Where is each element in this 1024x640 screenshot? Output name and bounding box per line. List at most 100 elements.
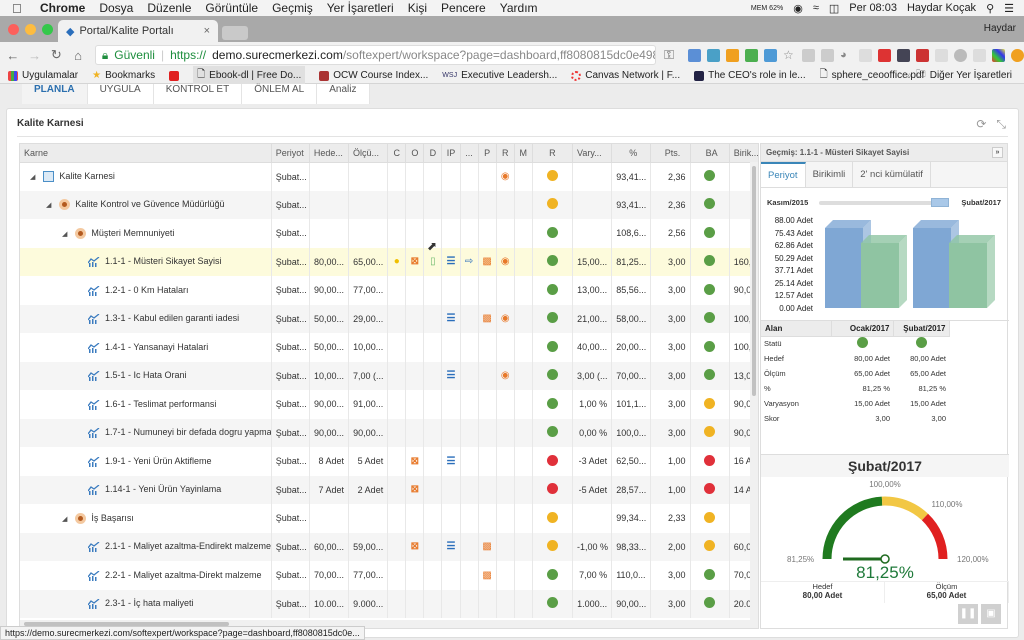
cell-name[interactable]: 1.6-1 - Teslimat performansi [20,390,272,419]
apple-icon[interactable]:  [12,1,26,16]
extension-icon[interactable] [934,48,948,62]
extension-icon[interactable] [763,48,777,62]
menu-yardim[interactable]: Yardım [500,1,538,15]
action-plan-icon[interactable]: ☰ [446,256,455,267]
row-name[interactable]: Kalite Kontrol ve Güvence Müdürlüğü [75,199,224,209]
menu-app[interactable]: Chrome [40,1,85,15]
extension-icon[interactable] [706,48,720,62]
column-header[interactable]: Ölçü... [348,144,389,163]
hierarchy-icon[interactable]: ⊠ [411,484,419,495]
extension-icon[interactable] [820,48,834,62]
column-header[interactable]: M [514,144,533,163]
vertical-scrollbar[interactable] [750,162,758,628]
expand-icon[interactable]: ⤡ [996,117,1006,132]
maximize-window-button[interactable] [42,24,53,35]
process-icon[interactable]: ▩ [482,256,491,267]
range-handle[interactable] [931,198,949,207]
cell-name[interactable]: 1.9-1 - Yeni Ürün Aktifleme [20,447,272,476]
extension-icon[interactable] [877,48,891,62]
table-row[interactable]: 2.3-1 - İç hata maliyeti Şubat... 10.00...… [20,589,758,618]
tab-periyot[interactable]: Periyot [761,162,806,187]
table-row[interactable]: ◢ İş Başarısı Şubat... 99,34... 2,33 [20,504,758,533]
extension-icon[interactable] [953,48,967,62]
skype-icon[interactable]: ◉ [793,2,803,15]
table-row[interactable]: 2.2-1 - Maliyet azaltma-Direkt malzeme Şu… [20,561,758,590]
column-header[interactable]: O [405,144,425,163]
bar-olcum[interactable] [949,235,997,310]
row-name[interactable]: 2.2-1 - Maliyet azaltma-Direkt malzeme [105,570,262,580]
row-name[interactable]: 1.6-1 - Teslimat performansi [105,399,216,409]
column-header[interactable]: C [387,144,407,163]
hierarchy-icon[interactable]: ⊠ [411,456,419,466]
risk-icon[interactable]: ◉ [501,313,510,324]
bookmark-other[interactable]: » 🗀︎ Diğer Yer İşaretleri [906,67,1012,84]
table-row[interactable]: 1.4-1 - Yansanayi Hatalari Şubat... 50,00.… [20,333,758,362]
extension-icon[interactable] [896,48,910,62]
table-row[interactable]: 1.6-1 - Teslimat performansi Şubat... 90,0… [20,390,758,419]
row-name[interactable]: 1.14-1 - Yeni Ürün Yayinlama [105,484,221,494]
process-icon[interactable]: ▩ [482,570,491,580]
cell-name[interactable]: ◢ Kalite Karnesi [20,162,272,191]
column-header[interactable]: ... [460,144,479,163]
battery-icon[interactable]: ◫ [829,2,839,15]
table-row[interactable]: 1.2-1 - 0 Km Hataları Şubat... 90,00... 77,… [20,276,758,305]
gauge-extension-icon[interactable]: ◕ [840,49,853,62]
portrait-button[interactable]: ▣ [981,604,1001,624]
profile-name[interactable]: Haydar [984,23,1016,34]
cell-name[interactable]: 2.1-1 - Maliyet azaltma-Endirekt malzeme [20,532,272,561]
table-row[interactable]: 1.3-1 - Kabul edilen garanti iadesi Şubat… [20,304,758,333]
table-row[interactable]: 1.9-1 - Yeni Ürün Aktifleme Şubat... 8 Ade… [20,447,758,476]
risk-icon[interactable]: ◉ [501,370,510,381]
reload-icon[interactable]: ↻ [47,47,65,63]
column-header[interactable]: Vary... [572,144,613,163]
collapse-panel-icon[interactable]: » [992,147,1003,158]
menu-pencere[interactable]: Pencere [441,1,486,15]
tab-analiz[interactable]: Analiz [317,84,370,104]
table-row[interactable]: 2.1-1 - Maliyet azaltma-Endirekt malzeme… [20,532,758,561]
extension-icon[interactable] [915,48,929,62]
column-header[interactable]: R [496,144,515,163]
new-tab-button[interactable] [222,26,248,40]
row-name[interactable]: 1.2-1 - 0 Km Hataları [105,285,189,295]
bookmark-bookmarks[interactable]: ★ Bookmarks [92,70,155,81]
table-row[interactable]: ◢ Kalite Karnesi Şubat... ◉ 93,41... 2,36 [20,162,758,191]
risk-icon[interactable]: ◉ [501,256,510,267]
row-name[interactable]: Müşteri Memnuniyeti [91,228,174,238]
expand-triangle-icon[interactable]: ◢ [30,173,35,181]
column-header[interactable]: BA [690,144,730,163]
cell-name[interactable]: 1.1-1 - Müsteri Sikayet Sayisi [20,247,272,276]
key-icon[interactable]: ⚿ [660,47,678,63]
bookmark-apps[interactable]: Uygulamalar [8,70,78,81]
range-track[interactable] [819,201,949,205]
risk-icon[interactable]: ◉ [501,171,510,182]
cell-name[interactable]: 1.5-1 - Ic Hata Orani [20,361,272,390]
browser-tab[interactable]: ◆ Portal/Kalite Portalı × [58,20,218,42]
column-header[interactable]: D [423,144,443,163]
expand-triangle-icon[interactable]: ◢ [62,230,67,238]
cell-name[interactable]: 1.14-1 - Yeni Ürün Yayinlama [20,475,272,504]
hierarchy-icon[interactable]: ⊠ [411,256,419,267]
scrollbar-thumb[interactable] [752,166,756,396]
row-name[interactable]: Kalite Karnesi [59,171,115,181]
extension-icon[interactable] [744,48,758,62]
minimize-window-button[interactable] [25,24,36,35]
row-name[interactable]: 1.5-1 - Ic Hata Orani [105,370,187,380]
table-row[interactable]: 1.1-1 - Müsteri Sikayet Sayisi Şubat... 80… [20,247,758,276]
bookmark-youtube[interactable] [169,70,180,81]
workflow-icon[interactable]: ⇨ [465,256,473,267]
action-plan-icon[interactable]: ☰ [446,370,455,381]
menu-dosya[interactable]: Dosya [99,1,133,15]
comment-icon[interactable]: ● [394,256,400,267]
translate-extension-icon[interactable] [687,48,701,62]
bookmark-ocw[interactable]: OCW Course Index... [319,70,428,81]
process-icon[interactable]: ▩ [482,541,491,552]
row-name[interactable]: 1.9-1 - Yeni Ürün Aktifleme [105,456,212,466]
extension-icon[interactable] [972,48,986,62]
cell-name[interactable]: ◢ Kalite Kontrol ve Güvence Müdürlüğü [20,190,272,219]
wifi-icon[interactable]: ≈ [813,2,819,14]
menu-goruntule[interactable]: Görüntüle [205,1,258,15]
cell-name[interactable]: 1.4-1 - Yansanayi Hatalari [20,333,272,362]
table-row[interactable]: 1.14-1 - Yeni Ürün Yayinlama Şubat... 7 Ad… [20,475,758,504]
menu-gecmis[interactable]: Geçmiş [272,1,313,15]
column-header[interactable]: % [611,144,652,163]
